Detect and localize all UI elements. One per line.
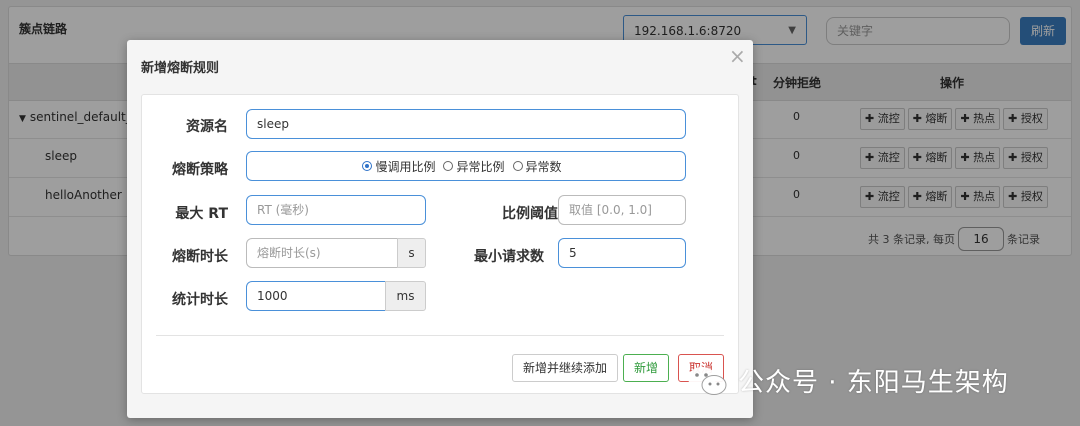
ratio-threshold-input[interactable] (558, 195, 686, 225)
add-degrade-rule-dialog: 新增熔断规则 × 资源名 熔断策略 慢调用比例 异常比例 异常数 (127, 40, 753, 418)
break-duration-label: 熔断时长 (172, 249, 228, 265)
strategy-option-error-ratio[interactable]: 异常比例 (443, 158, 505, 175)
close-icon[interactable]: × (729, 46, 746, 66)
wechat-icon (688, 366, 727, 395)
min-request-label: 最小请求数 (474, 249, 544, 265)
stat-interval-input[interactable] (246, 281, 386, 311)
add-button[interactable]: 新增 (623, 354, 670, 382)
page: 簇点链路 192.168.1.6:8720 ▼ 刷新 t 分钟拒绝 操作 ▼se… (0, 0, 1080, 426)
radio-icon (443, 161, 454, 171)
strategy-option-error-count[interactable]: 异常数 (512, 158, 562, 175)
strategy-radio-group: 慢调用比例 异常比例 异常数 (246, 151, 686, 181)
ratio-threshold-label: 比例阈值 (502, 206, 558, 222)
resource-name-input[interactable] (246, 109, 686, 139)
radio-icon (512, 161, 523, 171)
resource-name-label: 资源名 (186, 119, 228, 135)
max-rt-input[interactable] (246, 195, 426, 225)
add-and-continue-button[interactable]: 新增并继续添加 (512, 354, 619, 382)
dialog-title: 新增熔断规则 (141, 61, 220, 76)
break-duration-unit: s (397, 238, 426, 268)
stat-interval-unit: ms (385, 281, 426, 311)
strategy-label: 熔断策略 (172, 162, 228, 178)
watermark-text: 公众号 · 东阳马生架构 (738, 368, 1009, 398)
strategy-option-slow-ratio[interactable]: 慢调用比例 (362, 158, 435, 175)
watermark: 公众号 · 东阳马生架构 (686, 362, 1009, 399)
stat-interval-label: 统计时长 (172, 292, 228, 308)
rule-form: 资源名 熔断策略 慢调用比例 异常比例 异常数 最大 RT (141, 94, 739, 394)
min-request-input[interactable] (558, 238, 686, 268)
break-duration-input[interactable] (246, 238, 398, 268)
radio-selected-icon (362, 161, 373, 171)
max-rt-label: 最大 RT (175, 206, 228, 222)
form-divider (156, 335, 724, 336)
